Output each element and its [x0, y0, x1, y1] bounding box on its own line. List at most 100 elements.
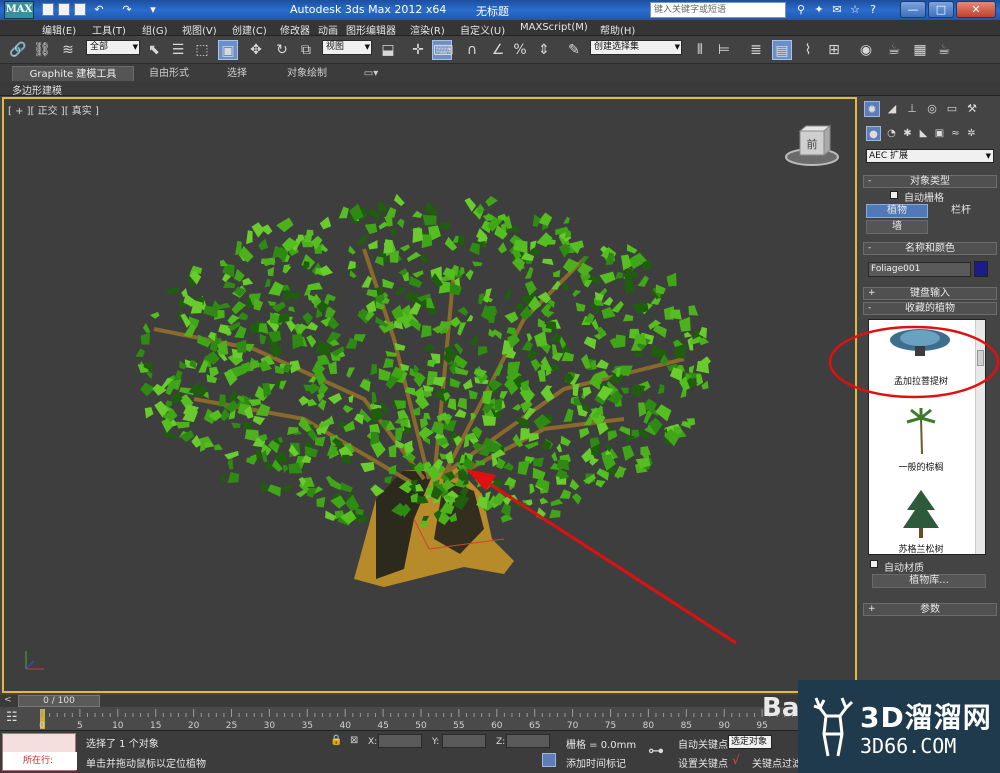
menu-tools[interactable]: 工具(T) [92, 22, 126, 37]
menu-maxscript[interactable]: MAXScript(M) [520, 22, 588, 33]
layer-manager-icon[interactable]: ≣ [746, 40, 766, 60]
auto-key-button[interactable]: 自动关键点 [678, 736, 728, 751]
set-key-icon[interactable]: ⊶ [648, 741, 664, 760]
redo-icon[interactable]: ↷ [120, 3, 134, 17]
y-coordinate-field[interactable] [442, 734, 486, 748]
category-dropdown[interactable]: AEC 扩展 [866, 149, 994, 163]
plant-library-button[interactable]: 植物库... [872, 574, 986, 588]
object-name-field[interactable]: Foliage001 [868, 262, 971, 277]
absolute-mode-icon[interactable]: ⊠ [350, 735, 358, 746]
helpers-icon[interactable]: ▣ [932, 126, 947, 141]
open-file-icon[interactable] [58, 3, 70, 16]
space-warps-icon[interactable]: ≈ [948, 126, 963, 141]
polygon-modeling-panel[interactable]: 多边形建模 [12, 82, 62, 97]
render-setup-icon[interactable]: ☕ [884, 40, 904, 60]
window-crossing-icon[interactable]: ▣ [218, 40, 238, 60]
motion-tab-icon[interactable]: ◎ [924, 101, 940, 117]
rollout-object-type[interactable]: - 对象类型 [863, 175, 997, 188]
maxscript-listener[interactable]: 所在行: [2, 733, 77, 771]
scotch-pine-thumbnail[interactable] [901, 488, 941, 540]
menu-edit[interactable]: 编辑(E) [42, 22, 76, 37]
utilities-tab-icon[interactable]: ⚒ [964, 101, 980, 117]
perspective-viewport[interactable]: [ + ][ 正交 ][ 真实 ] 前 [2, 97, 857, 693]
rectangular-selection-icon[interactable]: ⬚ [192, 40, 212, 60]
render-production-icon[interactable]: ☕ [934, 40, 954, 60]
align-icon[interactable]: ⊨ [714, 40, 734, 60]
link-icon[interactable]: 🔗 [8, 40, 28, 60]
geometry-icon[interactable]: ● [866, 126, 881, 141]
x-coordinate-field[interactable] [378, 734, 422, 748]
snaps-toggle-icon[interactable]: ∩ [462, 40, 482, 60]
tab-graphite-modeling[interactable]: Graphite 建模工具 [12, 66, 134, 81]
z-coordinate-field[interactable] [506, 734, 550, 748]
favorites-star-icon[interactable]: ☆ [848, 3, 862, 17]
tab-selection[interactable]: 选择 [212, 66, 262, 81]
add-time-tag[interactable]: 添加时间标记 [566, 755, 626, 770]
app-logo-icon[interactable]: MAX [4, 1, 34, 19]
display-tab-icon[interactable]: ▭ [944, 101, 960, 117]
binoculars-icon[interactable]: ⚲ [794, 3, 808, 17]
auto-grid-checkbox[interactable] [890, 191, 898, 199]
rollout-favorite-plants[interactable]: - 收藏的植物 [863, 302, 997, 315]
time-prev-icon[interactable]: < [4, 695, 12, 705]
time-slider-handle[interactable]: 0 / 100 [18, 695, 100, 707]
pivot-center-icon[interactable]: ⬓ [378, 40, 398, 60]
named-selection-sets-dropdown[interactable]: 创建选择集 [590, 40, 682, 55]
set-key-button[interactable]: 设置关键点 [678, 755, 728, 770]
plant-scotch-pine-label[interactable]: 苏格兰松树 [869, 542, 973, 554]
select-manipulate-icon[interactable]: ✛ [408, 40, 428, 60]
lights-icon[interactable]: ✱ [900, 126, 915, 141]
material-editor-icon[interactable]: ◉ [856, 40, 876, 60]
menu-create[interactable]: 创建(C) [232, 22, 267, 37]
communication-icon[interactable]: ✉ [830, 3, 844, 17]
spinner-snap-icon[interactable]: ⇕ [534, 40, 554, 60]
unlink-icon[interactable]: ⛓ [32, 40, 52, 60]
object-color-swatch[interactable] [974, 261, 988, 277]
key-filters-button[interactable]: 关键点过滤 [752, 755, 802, 770]
menu-customize[interactable]: 自定义(U) [460, 22, 505, 37]
auto-material-checkbox[interactable] [870, 560, 878, 568]
move-icon[interactable]: ✥ [246, 40, 266, 60]
key-mode-icon[interactable]: √ [732, 753, 740, 767]
scale-icon[interactable]: ⧉ [296, 40, 316, 60]
quick-access-dropdown-icon[interactable]: ▾ [146, 3, 160, 17]
help-icon[interactable]: ? [866, 3, 880, 17]
cameras-icon[interactable]: ◣ [916, 126, 931, 141]
select-by-name-icon[interactable]: ☰ [168, 40, 188, 60]
menu-views[interactable]: 视图(V) [182, 22, 217, 37]
wall-button[interactable]: 墙 [866, 220, 928, 234]
key-selection-dropdown[interactable]: 选定对象 [728, 735, 772, 749]
mirror-icon[interactable]: ⫴ [690, 40, 710, 60]
foliage-button[interactable]: 植物 [866, 204, 928, 218]
menu-animation[interactable]: 动画 [318, 22, 338, 37]
viewcube[interactable]: 前 [784, 125, 840, 169]
modify-tab-icon[interactable]: ◢ [884, 101, 900, 117]
minimize-button[interactable]: — [900, 1, 926, 18]
hierarchy-tab-icon[interactable]: ⊥ [904, 101, 920, 117]
tab-freeform[interactable]: 自由形式 [138, 66, 200, 81]
menu-modifiers[interactable]: 修改器 [280, 22, 310, 37]
shapes-icon[interactable]: ◔ [884, 126, 899, 141]
track-bar[interactable]: ☷ 0 5 10 15 20 25 30 35 40 45 50 55 60 65 70 75 80 85 90 95 [0, 707, 860, 731]
percent-snap-icon[interactable]: % [510, 40, 530, 60]
railing-button[interactable]: 栏杆 [930, 204, 992, 218]
help-search-input[interactable]: 键入关键字或短语 [650, 2, 786, 18]
schematic-view-icon[interactable]: ⊞ [824, 40, 844, 60]
rendered-frame-icon[interactable]: ▦ [910, 40, 930, 60]
maximize-button[interactable]: □ [928, 1, 954, 18]
time-slider[interactable]: 0 / 100 < > [0, 695, 860, 707]
curve-editor-icon[interactable]: ⌇ [798, 40, 818, 60]
rollout-name-color[interactable]: - 名称和颜色 [863, 242, 997, 255]
rotate-icon[interactable]: ↻ [272, 40, 292, 60]
reference-coordinate-dropdown[interactable]: 视图 [322, 40, 372, 55]
select-object-icon[interactable]: ⬉ [144, 40, 164, 60]
graphite-toggle-icon[interactable]: ▤ [772, 40, 792, 60]
menu-rendering[interactable]: 渲染(R) [410, 22, 445, 37]
systems-icon[interactable]: ✲ [964, 126, 979, 141]
ribbon-options-icon[interactable]: ▭▾ [360, 66, 382, 81]
create-tab-icon[interactable]: ✹ [864, 101, 880, 117]
menu-help[interactable]: 帮助(H) [600, 22, 635, 37]
palm-tree-thumbnail[interactable] [905, 406, 937, 456]
edit-named-selection-icon[interactable]: ✎ [564, 40, 584, 60]
lock-selection-icon[interactable]: 🔒 [330, 735, 342, 746]
